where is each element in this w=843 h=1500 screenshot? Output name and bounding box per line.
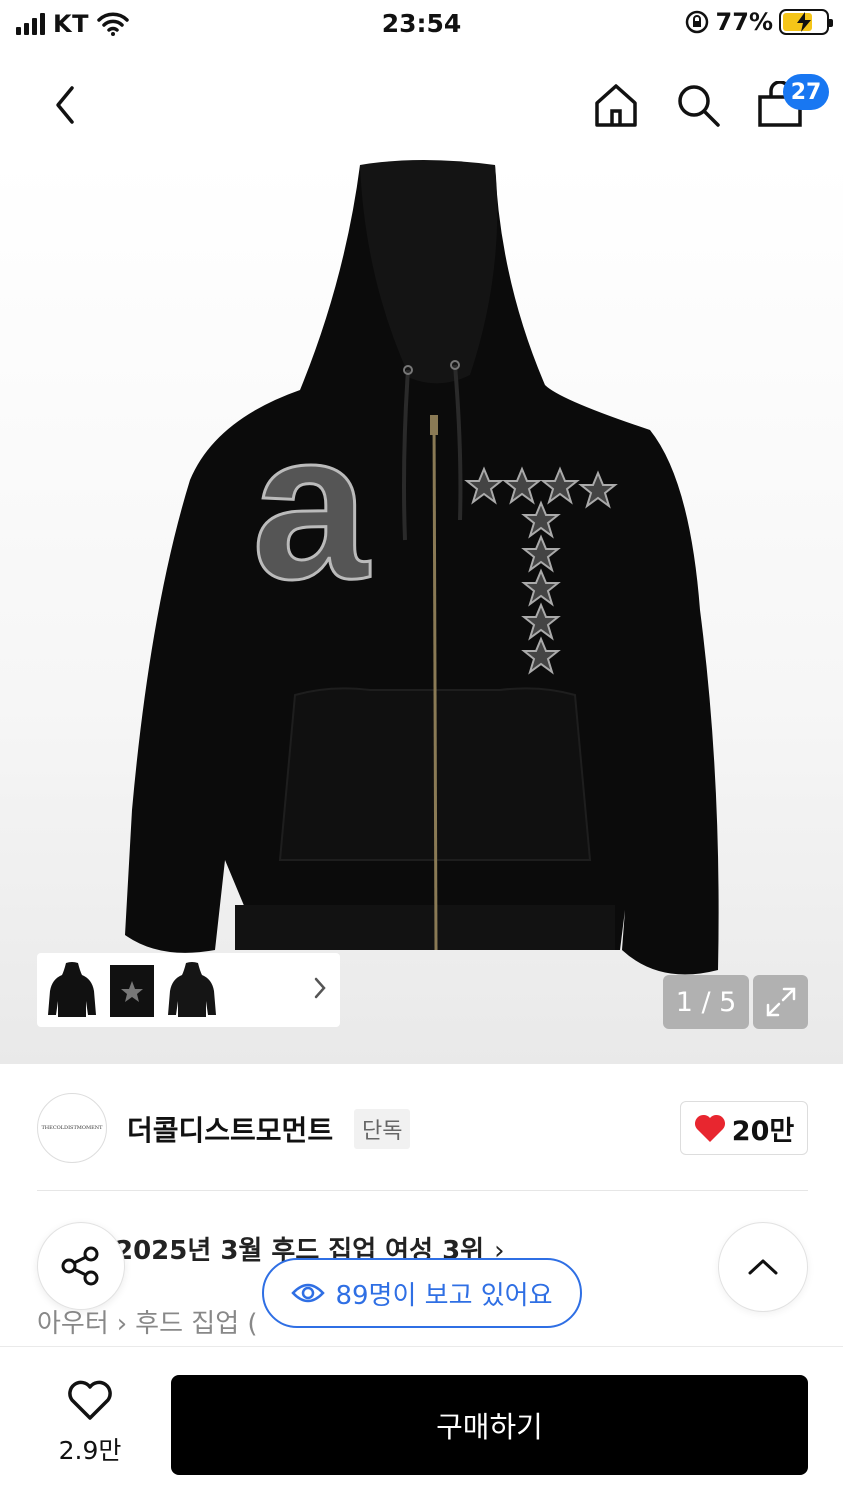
breadcrumb-separator: › xyxy=(116,1309,128,1339)
top-nav: 27 xyxy=(0,60,843,150)
chevron-right-icon[interactable] xyxy=(310,973,330,1003)
expand-icon xyxy=(766,987,795,1017)
expand-button[interactable] xyxy=(753,975,808,1029)
eye-icon xyxy=(291,1283,326,1303)
status-right: 77% xyxy=(684,8,833,36)
thumbnail-detail[interactable] xyxy=(103,958,161,1022)
buy-button[interactable]: 구매하기 xyxy=(171,1375,808,1475)
category-level2[interactable]: 후드 집업 xyxy=(135,1309,239,1339)
cart-count-badge: 27 xyxy=(783,74,829,110)
home-button[interactable] xyxy=(589,78,643,132)
thumbnail-back[interactable] xyxy=(163,958,221,1022)
category-suffix: ( xyxy=(247,1309,258,1339)
brand-row: THECOLDISTMOMENT 더콜디스트모먼트 단독 20만 xyxy=(0,1085,843,1175)
product-image-gallery[interactable]: a 1 / 5 xyxy=(0,160,843,1064)
battery-percent: 77% xyxy=(715,8,773,36)
chevron-up-icon xyxy=(748,1259,778,1275)
rotation-lock-icon xyxy=(685,10,708,34)
product-hoodie-image: a xyxy=(125,160,719,975)
wishlist-count: 2.9만 xyxy=(58,1436,122,1465)
thumbnail-front[interactable] xyxy=(43,958,101,1022)
hoodie-graphic-letter: a xyxy=(252,388,371,623)
cart-button[interactable]: 27 xyxy=(753,74,829,132)
heart-outline-icon xyxy=(68,1380,112,1420)
bottom-action-bar: 2.9만 구매하기 xyxy=(0,1346,843,1500)
thumbnail-strip[interactable] xyxy=(37,953,340,1027)
battery-charging-icon xyxy=(779,9,833,35)
divider xyxy=(37,1190,808,1191)
brand-logo-text: THECOLDISTMOMENT xyxy=(41,1125,103,1131)
brand-like-button[interactable]: 20만 xyxy=(680,1101,808,1155)
image-counter: 1 / 5 xyxy=(663,975,749,1029)
share-icon xyxy=(61,1246,99,1286)
nav-actions: 27 xyxy=(589,74,829,132)
viewers-pill: 89명이 보고 있어요 xyxy=(262,1258,582,1328)
brand-like-count: 20만 xyxy=(731,1115,795,1147)
brand-logo[interactable]: THECOLDISTMOMENT xyxy=(37,1093,107,1163)
scroll-top-button[interactable] xyxy=(718,1222,808,1312)
search-icon xyxy=(678,85,720,127)
viewers-text: 89명이 보고 있어요 xyxy=(335,1280,553,1311)
share-button[interactable] xyxy=(37,1222,125,1310)
back-button[interactable] xyxy=(40,80,90,130)
category-level1[interactable]: 아우터 xyxy=(37,1309,109,1339)
status-bar: KT 23:54 77% xyxy=(0,0,843,50)
home-icon xyxy=(595,84,637,127)
wishlist-button[interactable]: 2.9만 xyxy=(40,1379,140,1467)
brand-name[interactable]: 더콜디스트모먼트 xyxy=(127,1109,333,1149)
exclusive-badge: 단독 xyxy=(354,1109,411,1149)
search-button[interactable] xyxy=(671,78,725,132)
heart-filled-icon xyxy=(694,1114,725,1142)
chevron-left-icon xyxy=(56,86,74,124)
